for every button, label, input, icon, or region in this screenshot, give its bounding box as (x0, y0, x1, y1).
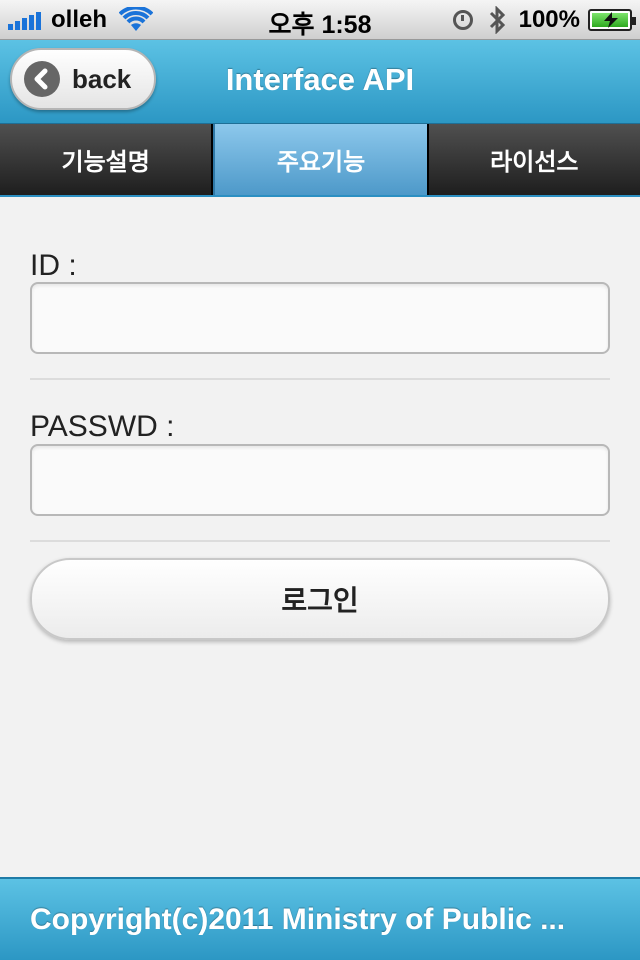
id-label: ID : (30, 249, 77, 282)
passwd-label: PASSWD : (30, 410, 175, 443)
bluetooth-icon (489, 6, 505, 34)
tab-license[interactable]: 라이선스 (428, 124, 640, 195)
copyright-text: Copyright(c)2011 Ministry of Public ... (30, 902, 566, 936)
id-field[interactable] (30, 282, 610, 354)
tab-bar: 기능설명 주요기능 라이선스 (0, 124, 640, 197)
password-field[interactable] (30, 444, 610, 516)
login-button[interactable]: 로그인 (30, 558, 610, 640)
divider (30, 378, 610, 380)
footer-bar: Copyright(c)2011 Ministry of Public ... (0, 877, 640, 960)
battery-icon (588, 9, 636, 31)
back-button-label: back (72, 63, 132, 94)
status-right: 100% (452, 6, 636, 34)
clock-icon (452, 10, 473, 30)
tab-main-features[interactable]: 주요기능 (213, 124, 429, 195)
login-form: ID : PASSWD : 로그인 (0, 197, 640, 877)
header-bar: back Interface API (0, 40, 640, 124)
battery-percent: 100% (518, 6, 580, 33)
charging-bolt-icon (604, 12, 618, 28)
page-title: Interface API (225, 62, 415, 97)
chevron-left-icon (24, 61, 60, 97)
tab-description[interactable]: 기능설명 (0, 124, 214, 195)
status-bar: olleh 오후 1:58 100% (0, 0, 640, 40)
divider (30, 540, 610, 542)
